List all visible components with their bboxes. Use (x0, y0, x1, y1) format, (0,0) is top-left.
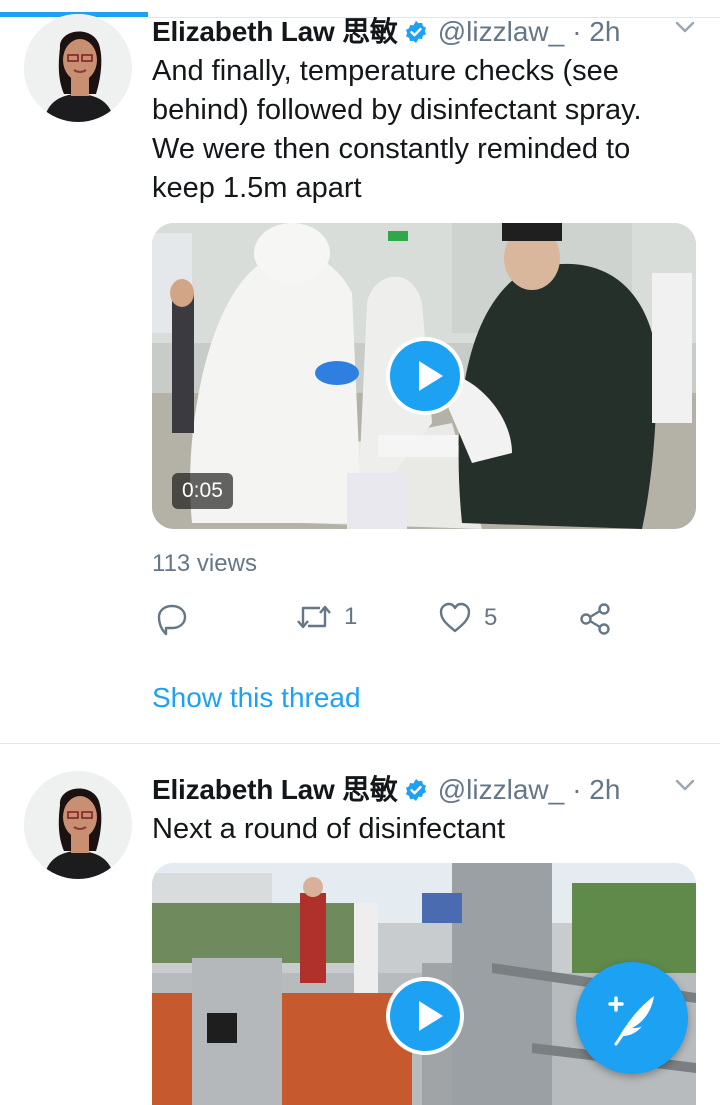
like-count: 5 (484, 604, 498, 631)
retweet-count: 1 (344, 603, 358, 630)
avatar-photo (24, 14, 132, 122)
tweet-time: · 2h (572, 774, 621, 805)
compose-tweet-button[interactable] (576, 962, 688, 1074)
reply-icon (157, 604, 187, 636)
chevron-down-icon[interactable] (672, 772, 698, 798)
play-icon[interactable] (386, 337, 464, 415)
author-name[interactable]: Elizabeth Law 思敏 (152, 768, 398, 808)
chevron-down-icon[interactable] (672, 14, 698, 40)
author-name[interactable]: Elizabeth Law 思敏 (152, 10, 398, 50)
retweet-icon (297, 605, 331, 629)
verified-badge-icon (405, 21, 426, 43)
share-button[interactable] (578, 602, 612, 636)
play-icon[interactable] (386, 977, 464, 1055)
author-handle[interactable]: @lizzlaw_ (438, 774, 564, 806)
reply-button[interactable] (156, 602, 188, 636)
avatar-photo (24, 771, 132, 879)
video-duration: 0:05 (172, 473, 233, 509)
show-thread-link[interactable]: Show this thread (152, 682, 361, 714)
avatar[interactable] (24, 771, 132, 879)
tweet-video[interactable]: 0:05 (152, 223, 696, 529)
share-icon (580, 603, 610, 635)
tweet-actions: 1 5 (152, 602, 672, 642)
tweet-text: And finally, temperature checks (see beh… (152, 55, 642, 204)
view-count: 113 views (152, 550, 257, 577)
tweet-1[interactable]: Elizabeth Law 思敏 @lizzlaw_ · 2h And fina… (0, 0, 720, 744)
retweet-button[interactable]: 1 (296, 602, 357, 632)
tweet-header: Elizabeth Law 思敏 @lizzlaw_ · 2h (152, 10, 720, 47)
avatar[interactable] (24, 14, 132, 122)
tweet-header: Elizabeth Law 思敏 @lizzlaw_ · 2h (152, 768, 720, 805)
tweet-text: Next a round of disinfectant (152, 813, 506, 845)
heart-icon (439, 602, 471, 633)
tweet-time: · 2h (572, 16, 621, 47)
like-button[interactable]: 5 (438, 602, 497, 634)
verified-badge-icon (405, 779, 426, 801)
compose-tweet-icon (608, 996, 654, 1046)
author-handle[interactable]: @lizzlaw_ (438, 16, 564, 48)
